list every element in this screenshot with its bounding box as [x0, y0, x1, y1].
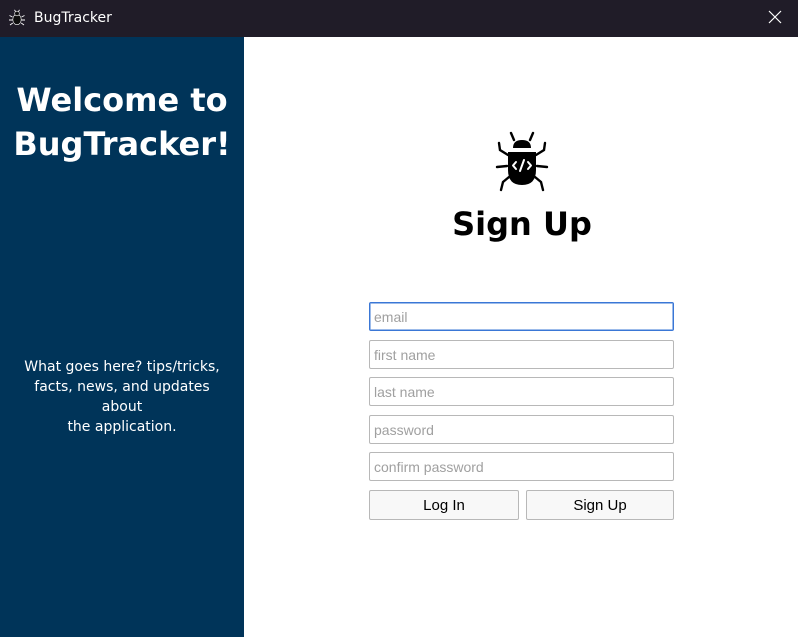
login-button[interactable]: Log In	[369, 490, 519, 520]
bug-icon	[8, 9, 26, 27]
welcome-heading: Welcome to BugTracker!	[13, 81, 231, 163]
bug-code-icon	[491, 130, 553, 192]
title-bar: BugTracker	[0, 0, 798, 37]
email-field[interactable]	[369, 302, 674, 331]
window-title: BugTracker	[34, 10, 112, 26]
close-button[interactable]	[752, 0, 798, 37]
last-name-field[interactable]	[369, 377, 674, 406]
close-icon	[768, 9, 782, 28]
sidebar-blurb: What goes here? tips/tricks, facts, news…	[24, 359, 220, 435]
welcome-sidebar: Welcome to BugTracker! What goes here? t…	[0, 37, 244, 637]
signup-panel: Sign Up Log In Sign Up	[244, 37, 798, 637]
password-field[interactable]	[369, 415, 674, 444]
confirm-password-field[interactable]	[369, 452, 674, 481]
signup-button[interactable]: Sign Up	[526, 490, 674, 520]
page-title: Sign Up	[452, 205, 592, 243]
app-window: BugTracker Welcome to BugTracker! What g…	[0, 0, 798, 637]
first-name-field[interactable]	[369, 340, 674, 369]
